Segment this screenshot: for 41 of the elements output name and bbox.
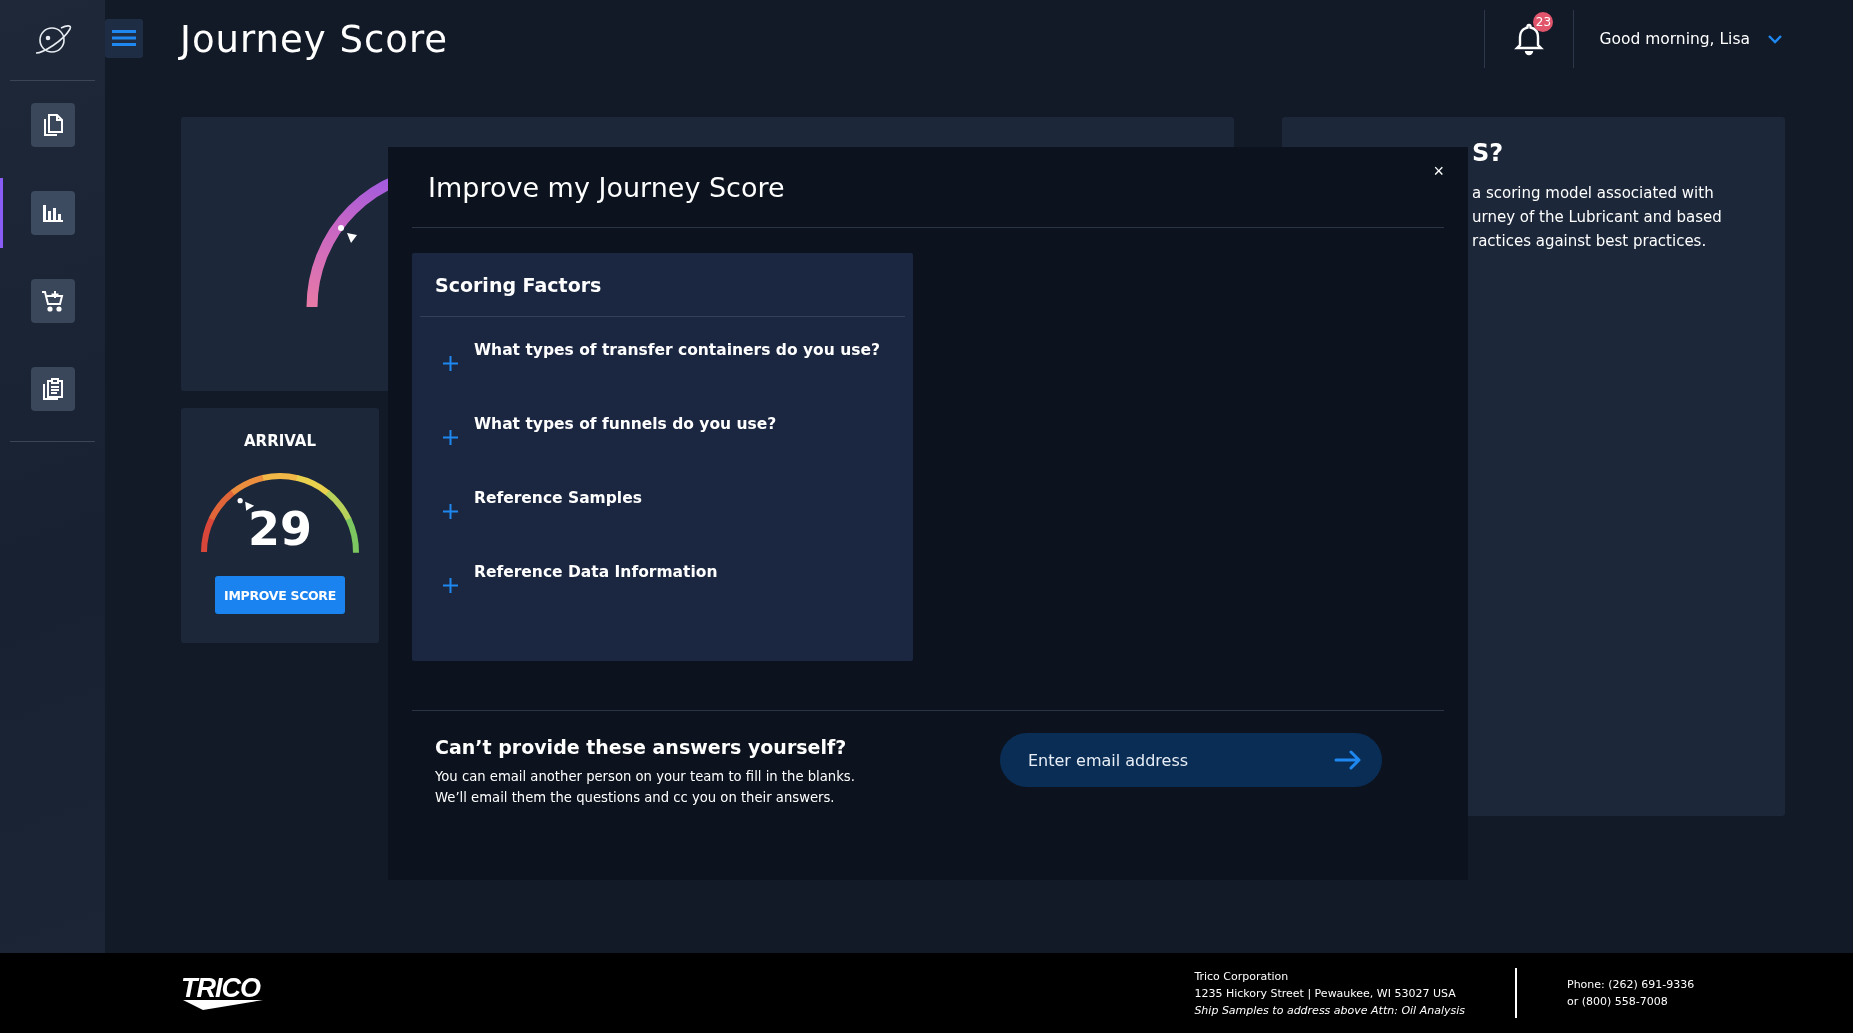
scoring-question[interactable]: Reference Data Information: [474, 563, 718, 581]
menu-icon: [112, 29, 136, 47]
cart-plus-icon: [40, 289, 65, 313]
info-heading: S?: [1472, 139, 1505, 167]
email-field[interactable]: Enter email address: [1000, 733, 1382, 787]
bar-chart-icon: [41, 203, 64, 223]
panel-title: Scoring Factors: [435, 273, 602, 296]
phone-number: Phone: (262) 691-9336: [1567, 977, 1696, 993]
notification-badge: 23: [1533, 12, 1554, 32]
shipping-note: Ship Samples to address above Attn: Oil Analysis: [1194, 1002, 1465, 1019]
company-name: Trico Corporation: [1194, 968, 1290, 985]
nav-button[interactable]: [30, 103, 75, 147]
scoring-question[interactable]: What types of funnels do you use?: [474, 415, 777, 433]
help-text: You can email another person on your team to fill in the blanks. We’ll email them the questions and cc you on their answers.: [435, 768, 856, 807]
page-title: Journey Score: [180, 17, 449, 61]
nav-button[interactable]: [30, 367, 75, 411]
modal-title: Improve my Journey Score: [428, 171, 786, 203]
nav-button[interactable]: [30, 279, 75, 323]
arrow-right-icon[interactable]: [1334, 750, 1362, 770]
user-greeting[interactable]: Good morning, Lisa: [1599, 30, 1750, 48]
phone-number-alt: or (800) 558-7008: [1567, 994, 1669, 1010]
improve-score-button[interactable]: IMPROVE SCORE: [215, 576, 345, 614]
logo-wedge-icon: [181, 1000, 263, 1010]
chevron-down-icon[interactable]: [1768, 34, 1782, 44]
scoring-question[interactable]: What types of transfer containers do you use?: [474, 341, 880, 359]
documents-icon: [41, 113, 64, 137]
score-value: 29: [247, 502, 313, 556]
menu-button[interactable]: [105, 18, 143, 58]
clipboard-icon: [41, 377, 64, 401]
score-label: ARRIVAL: [243, 432, 317, 450]
plus-icon[interactable]: [443, 430, 458, 445]
nav-button[interactable]: [30, 191, 75, 235]
close-button[interactable]: ×: [1429, 159, 1448, 184]
scoring-question[interactable]: Reference Samples: [474, 489, 642, 507]
plus-icon[interactable]: [443, 356, 458, 371]
plus-icon[interactable]: [443, 578, 458, 593]
logo-text: TRICO: [181, 976, 260, 1000]
plus-icon[interactable]: [443, 504, 458, 519]
company-address: 1235 Hickory Street | Pewaukee, WI 53027 USA: [1194, 985, 1457, 1002]
info-text: a scoring model associated with urney of the Lubricant and based ractices against best practices.: [1472, 183, 1723, 252]
help-heading: Can’t provide these answers yourself?: [435, 736, 848, 758]
